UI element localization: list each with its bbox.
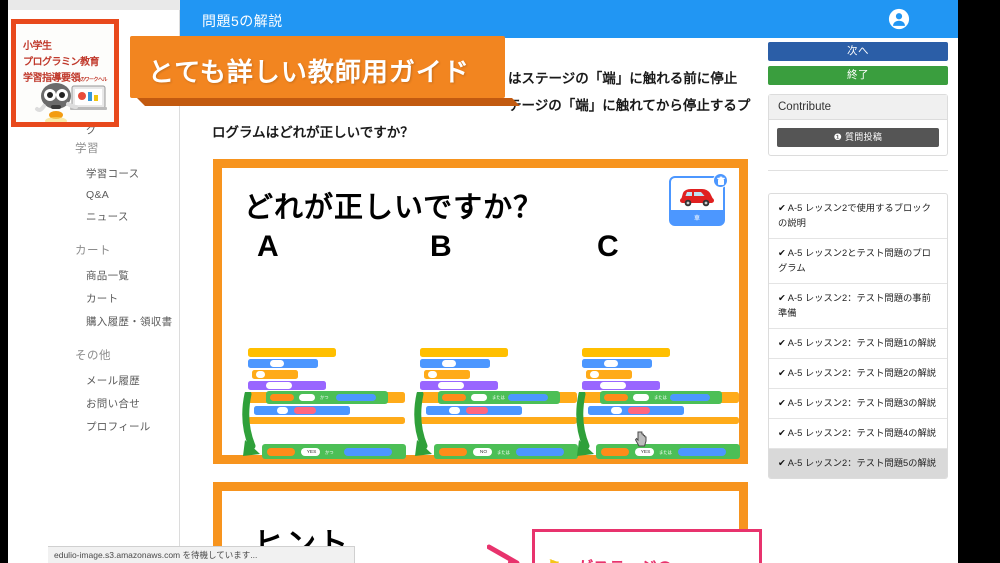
lesson-list: ✔ A-5 レッスン2で使用するブロックの説明 ✔ A-5 レッスン2とテスト問題の…: [768, 193, 948, 479]
finish-button[interactable]: 終了: [768, 66, 948, 85]
nav-group-study: 学習 学習コース Q&A ニュース: [55, 140, 179, 228]
option-label-a: A: [257, 230, 279, 263]
account-circle-icon[interactable]: [888, 8, 910, 30]
program-c-operator-2: または: [659, 449, 672, 455]
nav-group-title-study: 学習: [75, 143, 99, 155]
check-icon: ✔: [778, 203, 786, 213]
slide-which-is-correct: どれが正しいですか？ A B C 車 かつ YES かつ または NO または …: [213, 159, 748, 464]
check-icon: ✔: [778, 338, 786, 348]
program-b-result-block: NO または: [434, 444, 578, 459]
list-item[interactable]: ✔ A-5 レッスン2で使用するブロックの説明: [769, 194, 947, 239]
check-icon: ✔: [778, 248, 786, 258]
sidebar-item-mail-history[interactable]: メール履歴: [55, 369, 179, 392]
scratch-program-b: または NO または: [412, 348, 587, 468]
check-icon: ✔: [778, 458, 786, 468]
sidebar-item-cart[interactable]: カート: [55, 287, 179, 310]
scratch-sprite-thumbnail[interactable]: 車: [669, 173, 728, 226]
nav-group-title-other: その他: [75, 350, 111, 362]
lesson-label: A-5 レッスン2：テスト問題の事前準備: [778, 293, 931, 318]
sidebar-item-product-list[interactable]: 商品一覧: [55, 264, 179, 287]
top-gray-sliver: [8, 0, 180, 10]
scratch-program-c: または YES または: [574, 348, 749, 468]
program-b-condition-value: NO: [479, 449, 488, 455]
question-circle-icon: ❶: [833, 132, 843, 142]
program-a-operator: かつ: [320, 395, 329, 400]
question-text-line-2: テージの「端」に触れてから停止するプ: [508, 98, 751, 113]
main-content: はステージの「端」に触れる前に停止 テージの「端」に触れてから停止するプ ログラ…: [198, 42, 763, 563]
robot-illustration-icon: [35, 83, 107, 122]
sidebar-item-contact[interactable]: お問い合せ: [55, 392, 179, 415]
pointer-hand-icon: [634, 431, 647, 447]
question-text-line-1: はステージの「端」に触れる前に停止: [508, 71, 738, 86]
lesson-label: A-5 レッスン2：テスト問題4の解説: [787, 428, 937, 438]
program-a-result-block: YES かつ: [262, 444, 406, 459]
program-c-condition-value: YES: [640, 449, 651, 455]
ask-question-button[interactable]: ❶ 質問投稿: [777, 128, 939, 147]
hint-callout-text: がステージの: [577, 554, 673, 563]
book-title-line-2: プログラミン教育: [23, 57, 100, 68]
browser-status-bar: edulio-image.s3.amazonaws.com を待機しています..…: [48, 546, 355, 563]
sidebar-item-profile[interactable]: プロフィール: [55, 415, 179, 438]
book-title-line-1: 小学生: [23, 41, 52, 52]
sprite-label: 車: [693, 216, 700, 222]
sidebar-item-purchase-history[interactable]: 購入履歴・領収書: [55, 310, 179, 333]
contribute-panel: Contribute ❶ 質問投稿: [768, 94, 948, 156]
slide-title: どれが正しいですか？: [244, 192, 544, 224]
program-b-operator-2: または: [497, 449, 510, 455]
browser-page: ツ ー ク グ 学習 学習コース Q&A ニュース カート 商品一覧 カート 購…: [0, 0, 958, 563]
contribute-heading: Contribute: [769, 95, 947, 120]
app-header-bar: 問題5の解説: [180, 0, 958, 38]
lesson-label: A-5 レッスン2：テスト問題2の解説: [787, 368, 937, 378]
check-icon: ✔: [778, 428, 786, 438]
sidebar-item-news[interactable]: ニュース: [55, 205, 179, 228]
option-label-b: B: [430, 230, 452, 263]
lesson-label: A-5 レッスン2とテスト問題のプログラム: [778, 248, 931, 273]
book-cover-thumbnail[interactable]: 小学生 プログラミン教育 学習指導要領のワークヘル: [11, 19, 119, 127]
list-item[interactable]: ✔ A-5 レッスン2：テスト問題3の解説: [769, 389, 947, 419]
screen-root: ツ ー ク グ 学習 学習コース Q&A ニュース カート 商品一覧 カート 購…: [0, 0, 1000, 563]
page-title: 問題5の解説: [202, 13, 283, 29]
program-a-condition-value: YES: [306, 449, 317, 455]
list-item[interactable]: ✔ A-5 レッスン2：テスト問題2の解説: [769, 359, 947, 389]
list-item[interactable]: ✔ A-5 レッスン2：テスト問題の事前準備: [769, 284, 947, 329]
program-c-result-block: YES または: [596, 444, 740, 459]
arrow-right-icon: [487, 544, 520, 563]
ask-question-label: 質問投稿: [844, 132, 883, 142]
contribute-body: ❶ 質問投稿: [769, 120, 947, 155]
left-black-gutter: [0, 0, 8, 563]
sidebar-item-study-course[interactable]: 学習コース: [55, 162, 179, 185]
sidebar-item-qa[interactable]: Q&A: [55, 185, 179, 205]
trash-icon[interactable]: [713, 173, 728, 188]
scratch-program-a: かつ YES かつ: [240, 348, 415, 468]
list-item[interactable]: ✔ A-5 レッスン2：テスト問題4の解説: [769, 419, 947, 449]
check-icon: ✔: [778, 368, 786, 378]
program-a-operator-2: かつ: [325, 449, 334, 455]
list-item[interactable]: ✔ A-5 レッスン2：テスト問題1の解説: [769, 329, 947, 359]
sidebar-divider: [768, 170, 948, 171]
nav-group-title-cart: カート: [75, 245, 111, 257]
check-icon: ✔: [778, 398, 786, 408]
list-item-active[interactable]: ✔ A-5 レッスン2：テスト問題5の解説: [769, 449, 947, 478]
banner-label: とても詳しい教師用ガイド: [148, 57, 470, 87]
hint-callout-box: ⚑ がステージの: [532, 529, 762, 563]
right-sidebar: 次へ 終了 Contribute ❶ 質問投稿 ✔ A-5 レッスン2で使用するブ…: [768, 42, 948, 563]
right-black-gutter: [958, 0, 1000, 563]
banner-shadow: [137, 98, 520, 106]
next-button[interactable]: 次へ: [768, 42, 948, 61]
flag-icon: ⚑: [547, 556, 561, 563]
program-c-operator: または: [654, 395, 667, 400]
lesson-label: A-5 レッスン2：テスト問題5の解説: [787, 458, 937, 468]
nav-group-other: その他 メール履歴 お問い合せ プロフィール: [55, 347, 179, 438]
check-icon: ✔: [778, 293, 786, 303]
nav-group-cart: カート 商品一覧 カート 購入履歴・領収書: [55, 242, 179, 333]
teacher-guide-banner[interactable]: とても詳しい教師用ガイド: [130, 36, 505, 98]
option-label-c: C: [597, 230, 619, 263]
question-text-line-3: ログラムはどれが正しいですか？: [212, 125, 414, 140]
program-b-operator: または: [492, 395, 505, 400]
list-item[interactable]: ✔ A-5 レッスン2とテスト問題のプログラム: [769, 239, 947, 284]
lesson-label: A-5 レッスン2：テスト問題1の解説: [787, 338, 937, 348]
lesson-label: A-5 レッスン2：テスト問題3の解説: [787, 398, 937, 408]
lesson-label: A-5 レッスン2で使用するブロックの説明: [778, 203, 931, 228]
